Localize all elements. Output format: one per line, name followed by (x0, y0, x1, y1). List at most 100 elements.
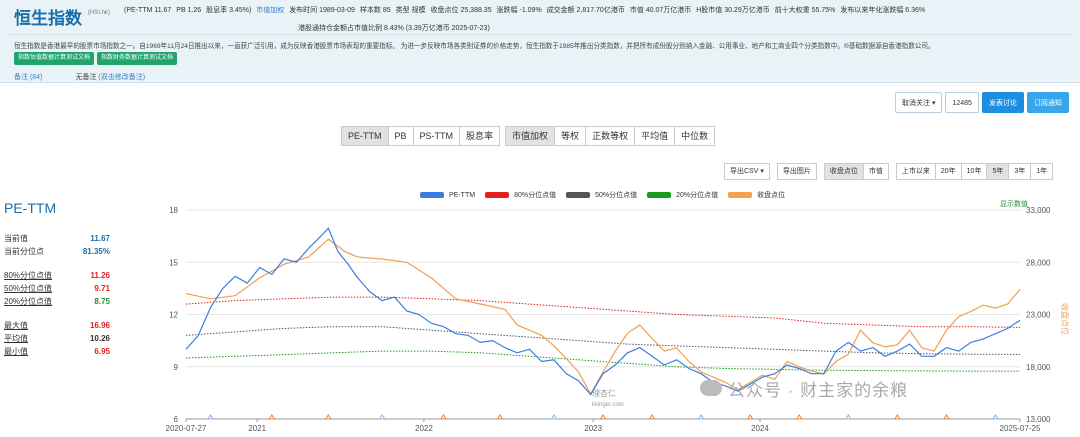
stat-item: 发布以来年化涨跌幅 6.36% (840, 7, 926, 14)
notes-link[interactable]: 备注 (84) (14, 74, 42, 81)
summary-label: 当前分位点 (4, 247, 44, 256)
stat-item: 类型 规模 (395, 7, 426, 14)
index-title: 恒生指数 (14, 9, 82, 28)
summary-value: 16.96 (89, 321, 110, 330)
event-marker (550, 414, 558, 420)
stat-item: 涨跌幅 -1.09% (496, 7, 542, 14)
tab-cap-weighted[interactable]: 市值加权 (505, 126, 556, 146)
range-all-button[interactable]: 上市以来 (895, 163, 936, 180)
summary-row: 50%分位点值 9.71 (4, 282, 110, 295)
y-left-tick-label: 15 (169, 258, 178, 267)
summary-value: 81.35% (82, 247, 110, 256)
event-marker (268, 414, 276, 420)
range-10y-button[interactable]: 10年 (960, 163, 988, 180)
tab-median[interactable]: 中位数 (674, 126, 716, 146)
summary-label: 50%分位点值 (4, 284, 53, 293)
export-image-button[interactable]: 导出图片 (776, 163, 817, 180)
edit-note-link[interactable]: (双击修改备注) (98, 74, 145, 81)
tab-positive-equal-weight[interactable]: 正数等权 (585, 126, 636, 146)
show-values-toggle[interactable]: 显示数值 (1000, 199, 1028, 208)
event-marker (844, 414, 852, 420)
event-marker (992, 414, 999, 420)
stat-item: 成交金额 2,817.70亿港币 (546, 7, 625, 14)
doc-link-financial[interactable]: 指数财务数据计算测试文档 (97, 52, 178, 65)
stat-item: 样本数 85 (359, 7, 391, 14)
summary-label: 最大值 (4, 321, 28, 330)
y-left-tick-label: 6 (174, 415, 179, 424)
follower-count: 12485 (945, 92, 979, 113)
summary-value: 11.67 (90, 234, 110, 243)
tab-pb[interactable]: PB (387, 126, 414, 146)
index-stats: (PE-TTM 11.67 PB 1.26 股息率 3.45%) 市值加权 发布… (124, 5, 928, 15)
notes-row: 备注 (84) 无备注 (双击修改备注) (14, 72, 145, 82)
event-marker (648, 414, 656, 420)
tab-dividend-yield[interactable]: 股息率 (459, 126, 501, 146)
summary-row: 最小值 6.95 (4, 345, 110, 358)
export-csv-button[interactable]: 导出CSV ▾ (724, 163, 770, 180)
divider (8, 34, 1072, 35)
x-tick-label: 2025-07-25 (1000, 424, 1041, 433)
x-tick-label: 2024 (751, 424, 769, 433)
lixinger-logo: 理杏仁 lixinger.com (592, 389, 624, 408)
summary-row: 最大值 16.96 (4, 319, 110, 332)
y-right-tick-label: 33,000 (1026, 206, 1051, 215)
y-left-tick-label: 9 (174, 363, 179, 372)
series-pe-ttm (185, 227, 1021, 396)
southbound-holding: 港股通持仓金额占市值比例 8.43% (3.39万亿港币 2025-07-23) (298, 25, 490, 32)
view-cap-button[interactable]: 市值 (862, 163, 889, 180)
post-discussion-button[interactable]: 发表讨论 (981, 92, 1024, 113)
event-marker (746, 414, 754, 420)
summary-title: PE-TTM (4, 200, 57, 216)
summary-value: 6.95 (94, 347, 110, 356)
series-80pct (185, 296, 1021, 328)
summary-value: 9.71 (94, 284, 110, 293)
range-3y-button[interactable]: 3年 (1008, 163, 1032, 180)
wechat-icon (700, 380, 722, 396)
tab-equal-weight[interactable]: 等权 (554, 126, 587, 146)
summary-row: 20%分位点值 8.75 (4, 295, 110, 308)
summary-row: 80%分位点值 11.26 (4, 269, 110, 282)
event-marker (378, 414, 386, 420)
event-marker (795, 414, 803, 420)
summary-label: 20%分位点值 (4, 297, 53, 306)
summary-label: 最小值 (4, 347, 28, 356)
tab-ps-ttm[interactable]: PS-TTM (412, 126, 461, 146)
series-50pct (185, 326, 1021, 355)
stat-item: 股息率 3.45%) (206, 7, 252, 14)
y-right-tick-label: 23,000 (1026, 311, 1051, 320)
summary-value: 8.75 (94, 297, 110, 306)
event-marker (697, 414, 705, 420)
event-marker (207, 414, 214, 420)
chart-toolbar: 导出CSV ▾ 导出图片 收盘点位 市值 上市以来 20年 10年 5年 3年 … (724, 163, 1054, 180)
range-5y-button[interactable]: 5年 (986, 163, 1010, 180)
event-marker (599, 414, 607, 420)
event-marker (943, 414, 950, 420)
event-marker (893, 414, 901, 420)
view-close-button[interactable]: 收盘点位 (823, 163, 864, 180)
y-right-axis-label: 收盘点位 (1060, 303, 1070, 335)
subscribe-button[interactable]: 订阅通知 (1026, 92, 1069, 113)
stat-item: 市值加权 (256, 7, 285, 14)
stat-item: 收盘点位 25,388.35 (430, 7, 492, 14)
stat-item: 市值 40.07万亿港币 (629, 7, 692, 14)
tab-average[interactable]: 平均值 (634, 126, 676, 146)
doc-link-valuation[interactable]: 指数估值数据计算测试文档 (14, 52, 95, 65)
event-marker (324, 414, 332, 420)
series-20pct (185, 350, 1020, 372)
stat-item: PB 1.26 (176, 7, 202, 14)
summary-row: 平均值 10.26 (4, 332, 110, 345)
index-code: (HSI.hk) (88, 10, 111, 16)
cancel-follow-button[interactable]: 取消关注 ▾ (895, 92, 943, 113)
tab-pe-ttm[interactable]: PE-TTM (341, 126, 389, 146)
y-right-tick-label: 18,000 (1026, 363, 1051, 372)
range-1y-button[interactable]: 1年 (1030, 163, 1054, 180)
follow-bar: 取消关注 ▾ 12485 发表讨论 订阅通知 (895, 92, 1069, 113)
range-20y-button[interactable]: 20年 (934, 163, 962, 180)
event-marker (496, 414, 504, 420)
y-left-tick-label: 18 (169, 206, 178, 215)
no-note-label: 无备注 (75, 74, 97, 81)
x-tick-label: 2023 (584, 424, 602, 433)
stat-item: 发布时间 1989-03-09 (289, 7, 355, 14)
stat-item: (PE-TTM 11.67 (124, 7, 172, 14)
index-header: 恒生指数 (HSI.hk) (PE-TTM 11.67 PB 1.26 股息率 … (0, 0, 1080, 83)
